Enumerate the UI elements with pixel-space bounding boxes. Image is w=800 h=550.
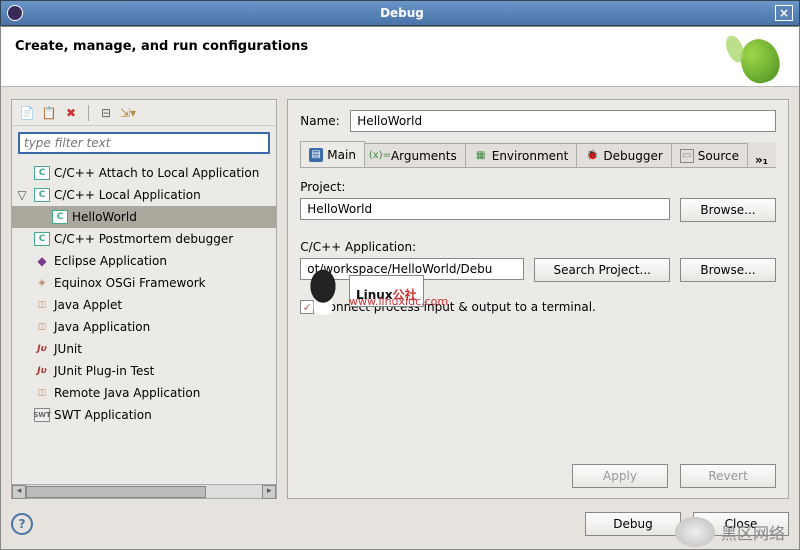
ja-config-icon: ◫ <box>34 320 50 334</box>
tree-item[interactable]: ◈ Equinox OSGi Framework <box>12 272 276 294</box>
scroll-thumb[interactable] <box>26 486 206 498</box>
tree-item[interactable]: C C/C++ Attach to Local Application <box>12 162 276 184</box>
tree-toolbar: 📄 📋 ✖ ⊟ ⇲▾ <box>12 100 276 126</box>
application-browse-button[interactable]: Browse... <box>680 258 776 282</box>
tree-item[interactable]: C HelloWorld <box>12 206 276 228</box>
terminal-checkbox[interactable]: ✓ <box>300 300 314 314</box>
tree-item-label: Eclipse Application <box>54 254 167 268</box>
duplicate-config-button[interactable]: 📋 <box>40 104 58 122</box>
tree-item[interactable]: SWT SWT Application <box>12 404 276 426</box>
tree-item-label: JUnit Plug-in Test <box>54 364 154 378</box>
tree-item[interactable]: ▽ C C/C++ Local Application <box>12 184 276 206</box>
env-tab-icon: ▦ <box>474 149 488 163</box>
tab-arguments[interactable]: (x)= Arguments <box>364 143 466 167</box>
debug-button[interactable]: Debug <box>585 512 681 536</box>
tab-label: Environment <box>492 149 569 163</box>
tree-item[interactable]: Jυ JUnit <box>12 338 276 360</box>
help-icon[interactable]: ? <box>11 513 33 535</box>
separator <box>88 105 89 121</box>
close-button[interactable]: Close <box>693 512 789 536</box>
tab-source[interactable]: ▭ Source <box>671 143 748 167</box>
scroll-right-icon[interactable]: ▸ <box>262 485 276 499</box>
delete-config-button[interactable]: ✖ <box>62 104 80 122</box>
dialog-body: Create, manage, and run configurations 📄… <box>0 26 800 550</box>
ja-config-icon: ◫ <box>34 298 50 312</box>
dialog-footer: ? Debug Close <box>11 507 789 541</box>
apply-button[interactable]: Apply <box>572 464 668 488</box>
filter-input[interactable] <box>18 132 270 154</box>
scroll-left-icon[interactable]: ◂ <box>12 485 26 499</box>
tree-item-label: Java Application <box>54 320 150 334</box>
tree-item-label: C/C++ Postmortem debugger <box>54 232 233 246</box>
ec-config-icon: ◆ <box>34 254 50 268</box>
eq-config-icon: ◈ <box>34 276 50 290</box>
tree-item[interactable]: ◫ Remote Java Application <box>12 382 276 404</box>
tab-main[interactable]: ▤ Main <box>300 141 365 167</box>
config-tree[interactable]: C C/C++ Attach to Local Application ▽ C C/C+… <box>12 160 276 484</box>
tree-item-label: SWT Application <box>54 408 152 422</box>
src-tab-icon: ▭ <box>680 149 694 163</box>
application-label: C/C++ Application: <box>300 240 776 254</box>
tree-item-label: Java Applet <box>54 298 122 312</box>
dialog-header: Create, manage, and run configurations <box>1 27 799 87</box>
tree-item-label: C/C++ Local Application <box>54 188 201 202</box>
project-browse-button[interactable]: Browse... <box>680 198 776 222</box>
jt-config-icon: Jυ <box>34 364 50 378</box>
search-project-button[interactable]: Search Project... <box>534 258 670 282</box>
ja-config-icon: ◫ <box>34 386 50 400</box>
expand-arrow-icon[interactable]: ▽ <box>16 188 28 202</box>
jt-config-icon: Jυ <box>34 342 50 356</box>
tab-label: Debugger <box>603 149 662 163</box>
tree-item[interactable]: ◆ Eclipse Application <box>12 250 276 272</box>
project-label: Project: <box>300 180 776 194</box>
tree-item-label: Equinox OSGi Framework <box>54 276 206 290</box>
tree-item-label: HelloWorld <box>72 210 137 224</box>
tree-item[interactable]: Jυ JUnit Plug-in Test <box>12 360 276 382</box>
horizontal-scrollbar[interactable]: ◂ ▸ <box>12 484 276 498</box>
name-label: Name: <box>300 114 342 128</box>
close-icon[interactable]: × <box>775 5 793 21</box>
tree-item-label: Remote Java Application <box>54 386 200 400</box>
title-bar: Debug × <box>0 0 800 26</box>
terminal-checkbox-label: Connect process input & output to a term… <box>320 300 596 314</box>
project-input[interactable] <box>300 198 670 220</box>
app-icon <box>7 5 23 21</box>
tabs-overflow-button[interactable]: »₁ <box>747 153 776 167</box>
debug-bug-icon <box>729 31 789 85</box>
c-config-icon: C <box>34 188 50 202</box>
revert-button[interactable]: Revert <box>680 464 776 488</box>
tree-item[interactable]: C C/C++ Postmortem debugger <box>12 228 276 250</box>
tab-debugger[interactable]: 🐞 Debugger <box>576 143 671 167</box>
c-config-icon: C <box>52 210 68 224</box>
tree-item[interactable]: ◫ Java Application <box>12 316 276 338</box>
config-editor-panel: Name: ▤ Main (x)= Arguments ▦ Environment 🐞 Deb… <box>287 99 789 499</box>
swt-config-icon: SWT <box>34 408 50 422</box>
tab-label: Arguments <box>391 149 457 163</box>
tree-item-label: C/C++ Attach to Local Application <box>54 166 259 180</box>
header-subtitle: Create, manage, and run configurations <box>15 39 785 54</box>
application-input[interactable] <box>300 258 524 280</box>
tab-label: Source <box>698 149 739 163</box>
dbg-tab-icon: 🐞 <box>585 149 599 163</box>
tree-item[interactable]: ◫ Java Applet <box>12 294 276 316</box>
arg-tab-icon: (x)= <box>373 149 387 163</box>
window-title: Debug <box>29 6 775 20</box>
main-tab-icon: ▤ <box>309 148 323 162</box>
tab-label: Main <box>327 148 356 162</box>
tree-item-label: JUnit <box>54 342 82 356</box>
collapse-all-button[interactable]: ⊟ <box>97 104 115 122</box>
name-input[interactable] <box>350 110 776 132</box>
tab-environment[interactable]: ▦ Environment <box>465 143 578 167</box>
tab-bar: ▤ Main (x)= Arguments ▦ Environment 🐞 Debugger ▭… <box>300 142 776 168</box>
c-config-icon: C <box>34 232 50 246</box>
filter-button[interactable]: ⇲▾ <box>119 104 137 122</box>
c-config-icon: C <box>34 166 50 180</box>
new-config-button[interactable]: 📄 <box>18 104 36 122</box>
config-tree-panel: 📄 📋 ✖ ⊟ ⇲▾ C C/C++ Attach to Local Applic… <box>11 99 277 499</box>
